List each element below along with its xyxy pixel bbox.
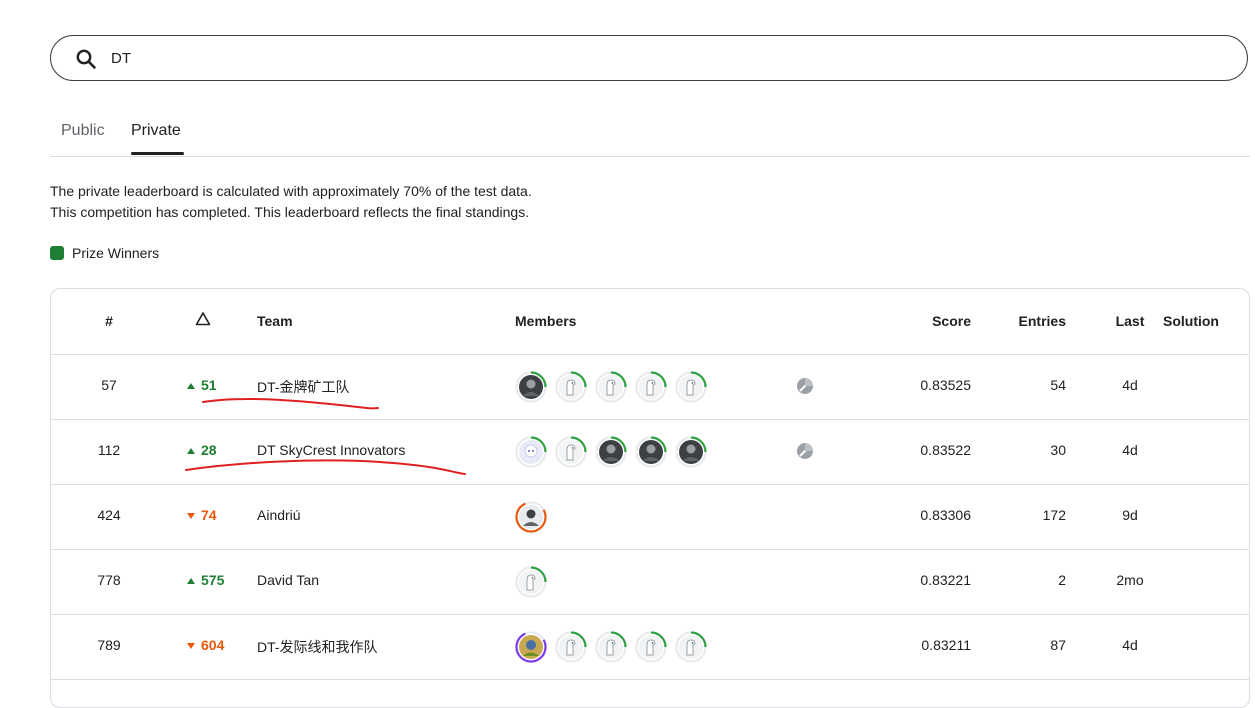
arrow-up-icon	[187, 442, 201, 458]
member-avatar[interactable]	[635, 631, 667, 663]
rank-change: 575	[187, 572, 224, 588]
table-row[interactable]: 57 51 DT-金牌矿工队 0.83525 54 4d	[51, 354, 1249, 420]
rank: 778	[97, 572, 121, 588]
member-avatar[interactable]	[515, 371, 547, 403]
member-avatar[interactable]	[515, 436, 547, 468]
score: 0.83211	[921, 637, 971, 653]
member-avatar[interactable]	[675, 436, 707, 468]
last-submission: 4d	[1122, 377, 1138, 393]
header-solution: Solution	[1163, 313, 1219, 329]
table-header: # Team Members Score Entries Last Soluti…	[51, 289, 1249, 355]
rank-change-value: 74	[201, 507, 217, 523]
arrow-down-icon	[187, 637, 201, 653]
member-avatar[interactable]	[675, 371, 707, 403]
score: 0.83221	[920, 572, 971, 588]
header-members: Members	[515, 313, 577, 329]
rank-change-value: 604	[201, 637, 225, 653]
delta-icon[interactable]	[195, 311, 211, 330]
entries: 172	[1042, 507, 1066, 523]
arrow-up-icon	[187, 377, 201, 393]
arrow-up-icon	[187, 572, 201, 588]
search-input[interactable]: DT	[111, 50, 131, 67]
header-team[interactable]: Team	[257, 313, 293, 329]
entries: 54	[1050, 377, 1066, 393]
header-score[interactable]: Score	[871, 313, 971, 329]
prize-swatch	[50, 246, 64, 260]
rank-change: 51	[187, 377, 217, 393]
team-name[interactable]: DT-金牌矿工队	[257, 377, 350, 397]
prize-legend-label: Prize Winners	[72, 245, 160, 261]
medal-icon	[796, 377, 814, 395]
team-name[interactable]: Aindriú	[257, 507, 301, 523]
rank: 57	[101, 377, 117, 393]
table-row[interactable]: 778 575 David Tan 0.83221 2 2mo	[51, 549, 1249, 615]
member-avatar[interactable]	[555, 436, 587, 468]
rank-change: 28	[187, 442, 217, 458]
member-avatar[interactable]	[555, 631, 587, 663]
table-row[interactable]: 789 604 DT-发际线和我作队 0.83211 87 4d	[51, 614, 1249, 680]
team-name[interactable]: DT SkyCrest Innovators	[257, 442, 405, 458]
medal-icon	[796, 442, 814, 460]
team-name[interactable]: David Tan	[257, 572, 319, 588]
header-last[interactable]: Last	[1101, 313, 1159, 329]
member-avatar[interactable]	[515, 631, 547, 663]
active-tab-indicator	[131, 152, 184, 155]
table-row[interactable]: 112 28 DT SkyCrest Innovators 0.83522 30 4d	[51, 419, 1249, 485]
member-avatar[interactable]	[635, 371, 667, 403]
header-entries[interactable]: Entries	[1001, 313, 1066, 329]
header-rank[interactable]: #	[51, 313, 167, 329]
member-avatar[interactable]	[595, 436, 627, 468]
member-avatar[interactable]	[635, 436, 667, 468]
rank-change: 604	[187, 637, 224, 653]
last-submission: 4d	[1122, 637, 1138, 653]
rank-change-value: 51	[201, 377, 217, 393]
info-line-1: The private leaderboard is calculated wi…	[50, 183, 532, 199]
team-name[interactable]: DT-发际线和我作队	[257, 637, 378, 657]
search-icon	[75, 48, 97, 70]
search-box[interactable]: DT	[50, 35, 1248, 81]
info-line-2: This competition has completed. This lea…	[50, 204, 530, 220]
prize-legend: Prize Winners	[50, 245, 159, 261]
rank-change: 74	[187, 507, 217, 523]
last-submission: 9d	[1122, 507, 1138, 523]
member-avatar[interactable]	[675, 631, 707, 663]
member-avatar[interactable]	[595, 371, 627, 403]
rank: 112	[97, 442, 121, 458]
score: 0.83306	[920, 507, 971, 523]
rank-change-value: 575	[201, 572, 225, 588]
rank: 789	[97, 637, 121, 653]
member-avatar[interactable]	[555, 371, 587, 403]
rank-change-value: 28	[201, 442, 217, 458]
tab-private[interactable]: Private	[131, 122, 181, 140]
score: 0.83522	[920, 442, 971, 458]
score: 0.83525	[920, 377, 971, 393]
member-avatar[interactable]	[515, 501, 547, 533]
member-avatar[interactable]	[595, 631, 627, 663]
table-row[interactable]: 424 74 Aindriú 0.83306 172 9d	[51, 484, 1249, 550]
leaderboard-tabs: Public Private	[50, 118, 1250, 157]
leaderboard-info: The private leaderboard is calculated wi…	[50, 181, 532, 223]
arrow-down-icon	[187, 507, 201, 523]
entries: 87	[1050, 637, 1066, 653]
entries: 2	[1058, 572, 1066, 588]
last-submission: 2mo	[1116, 572, 1144, 588]
tab-public[interactable]: Public	[61, 122, 105, 140]
entries: 30	[1050, 442, 1066, 458]
rank: 424	[97, 507, 121, 523]
leaderboard-table: # Team Members Score Entries Last Soluti…	[50, 288, 1250, 708]
member-avatar[interactable]	[515, 566, 547, 598]
last-submission: 4d	[1122, 442, 1138, 458]
